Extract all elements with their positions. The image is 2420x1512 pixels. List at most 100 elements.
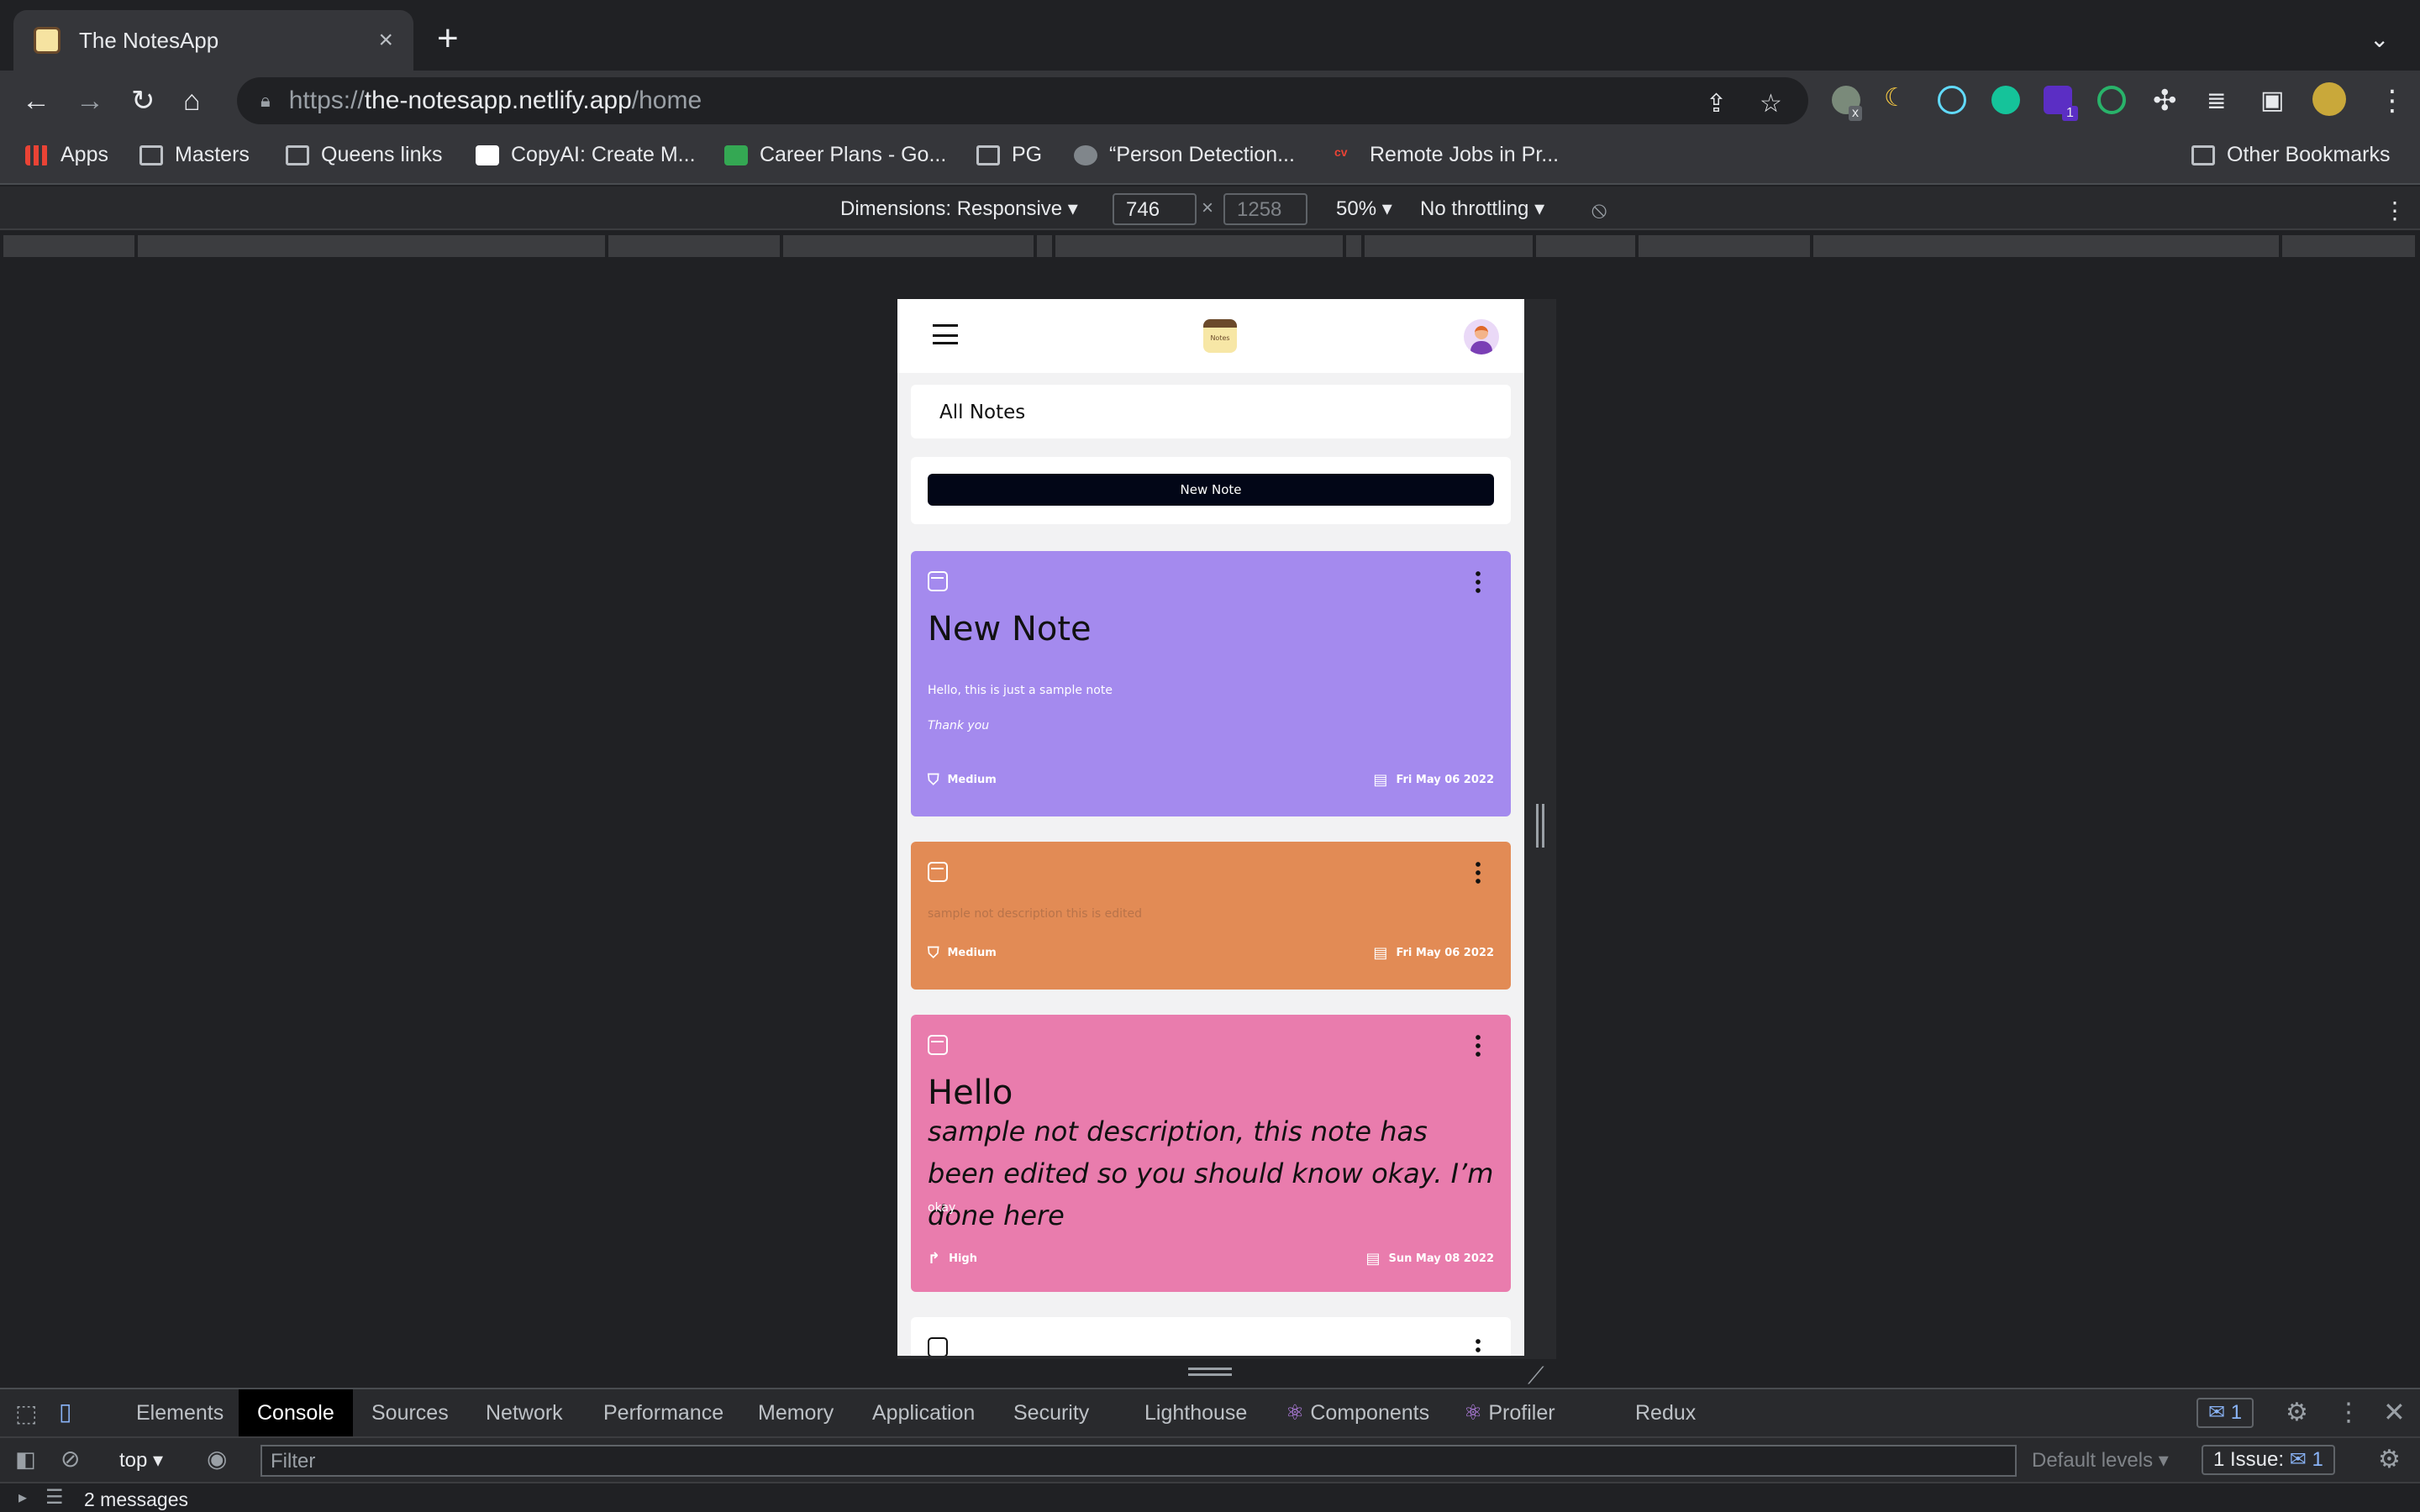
media-query-segment[interactable] (1037, 235, 1054, 257)
console-toolbar: ◧ ⊘ top ▾ ◉ Filter Default levels ▾ 1 Is… (0, 1436, 2420, 1482)
sheets-icon (724, 144, 748, 165)
devtools-tab-performance[interactable]: Performance (585, 1389, 742, 1436)
side-panel-icon[interactable]: ▣ (2260, 86, 2284, 116)
inspect-element-icon[interactable]: ⬚ (15, 1399, 37, 1427)
height-input[interactable]: 1258 (1223, 193, 1307, 225)
home-icon[interactable]: ⌂ (183, 86, 201, 116)
note-options-icon[interactable] (1476, 570, 1481, 595)
note-options-icon[interactable] (1476, 1033, 1481, 1058)
bookmark-other[interactable]: Other Bookmarks (2191, 143, 2391, 167)
tab-search-icon[interactable]: ⌄ (2370, 25, 2389, 53)
moon-extension-icon[interactable]: ☾ (1884, 86, 1912, 114)
media-query-segment[interactable] (1055, 235, 1344, 257)
expand-triangle-icon[interactable]: ▸ (18, 1487, 27, 1508)
hamburger-menu-icon[interactable] (933, 324, 958, 344)
clear-console-icon[interactable]: ⊘ (60, 1445, 80, 1473)
devtools-tab-profiler[interactable]: ⚛ Profiler (1445, 1389, 1574, 1436)
context-select[interactable]: top ▾ (119, 1448, 163, 1473)
browser-tab[interactable]: The NotesApp × (13, 10, 413, 71)
devtools-tab-redux[interactable]: Redux (1617, 1389, 1714, 1436)
app-logo[interactable]: Notes (1203, 319, 1237, 353)
devtools-tab-network[interactable]: Network (467, 1389, 581, 1436)
resize-handle-right[interactable] (1536, 804, 1544, 848)
note-meta: ⛉ Medium ▤ Fri May 06 2022 (928, 944, 1494, 962)
lock-icon: 🔒︎ (260, 90, 271, 111)
address-bar[interactable]: 🔒︎ https://the-notesapp.netlify.app/home… (237, 77, 1808, 124)
media-query-segment[interactable] (1346, 235, 1363, 257)
back-icon[interactable]: ← (22, 86, 50, 116)
bookmark-remote-jobs[interactable]: cv Remote Jobs in Pr... (1334, 143, 1559, 167)
devtools-tab-console[interactable]: Console (239, 1389, 353, 1436)
note-meta: ↱ High ▤ Sun May 08 2022 (928, 1250, 1494, 1268)
note-card[interactable] (911, 1317, 1511, 1356)
bookmark-career-plans[interactable]: Career Plans - Go... (724, 143, 946, 167)
resize-corner-icon[interactable]: ⟋ (1528, 1362, 1544, 1390)
note-options-icon[interactable] (1476, 860, 1481, 885)
bookmark-pg[interactable]: PG (976, 143, 1042, 167)
note-card[interactable]: Hello sample not description, this note … (911, 1015, 1511, 1292)
devtools-tab-lighthouse[interactable]: Lighthouse (1126, 1389, 1265, 1436)
note-options-icon[interactable] (1476, 1337, 1481, 1356)
tab-close-icon[interactable]: × (378, 26, 393, 55)
folder-icon (2191, 144, 2215, 165)
media-query-segment[interactable] (138, 235, 607, 257)
note-date: ▤ Fri May 06 2022 (1373, 944, 1494, 962)
devtools-tab-memory[interactable]: Memory (739, 1389, 852, 1436)
console-settings-gear-icon[interactable]: ⚙ (2378, 1445, 2401, 1474)
bookmark-star-icon[interactable]: ☆ (1760, 89, 1782, 118)
note-calendar-icon (928, 1035, 948, 1055)
issues-badge[interactable]: ✉ 1 (2196, 1398, 2254, 1428)
devtools-tab-elements[interactable]: Elements (118, 1389, 242, 1436)
rotate-icon[interactable]: ⦸ (1591, 197, 1607, 224)
console-filter-input[interactable]: Filter (260, 1445, 2017, 1477)
media-query-segment[interactable] (608, 235, 781, 257)
device-more-icon[interactable]: ⋮ (2383, 197, 2407, 224)
messages-count[interactable]: 2 messages (84, 1488, 188, 1511)
puzzle-icon[interactable]: ✣ (2153, 86, 2177, 116)
settings-gear-icon[interactable]: ⚙ (2286, 1398, 2308, 1427)
devtools-tab-components[interactable]: ⚛ Components (1267, 1389, 1448, 1436)
bookmark-copyai[interactable]: CopyAI: Create M... (476, 143, 696, 167)
issues-counter[interactable]: 1 Issue: ✉ 1 (2202, 1445, 2335, 1475)
media-query-segment[interactable] (1639, 235, 1812, 257)
new-note-button[interactable]: New Note (928, 474, 1494, 506)
media-queue-icon[interactable]: ≣ (2207, 86, 2226, 116)
grammarly-icon[interactable] (1991, 86, 2020, 114)
media-query-segment[interactable] (3, 235, 136, 257)
note-calendar-icon (928, 1337, 948, 1356)
forward-icon[interactable]: → (76, 86, 104, 116)
sidebar-toggle-icon[interactable]: ◧ (15, 1446, 36, 1473)
profile-avatar[interactable] (2312, 82, 2346, 116)
media-query-segment[interactable] (1365, 235, 1534, 257)
devtools-more-icon[interactable]: ⋮ (2336, 1398, 2361, 1427)
user-avatar[interactable] (1464, 319, 1499, 354)
live-expression-eye-icon[interactable]: ◉ (207, 1445, 227, 1473)
width-input[interactable]: 746 (1113, 193, 1197, 225)
extension-icon[interactable] (2097, 86, 2126, 114)
devtools-close-icon[interactable]: ✕ (2383, 1396, 2406, 1428)
note-card[interactable]: sample not description this is edited ⛉ M… (911, 842, 1511, 990)
media-query-segment[interactable] (783, 235, 1035, 257)
zoom-select[interactable]: 50% ▾ (1336, 197, 1392, 221)
throttling-select[interactable]: No throttling ▾ (1420, 197, 1544, 221)
devtools-tab-security[interactable]: Security (995, 1389, 1107, 1436)
note-card[interactable]: New Note Hello, this is just a sample no… (911, 551, 1511, 816)
devtools-tab-sources[interactable]: Sources (353, 1389, 467, 1436)
reload-icon[interactable]: ↻ (131, 86, 155, 116)
react-devtools-icon[interactable] (1938, 86, 1966, 114)
media-query-segment[interactable] (1536, 235, 1637, 257)
bookmark-queens-links[interactable]: Queens links (286, 143, 443, 167)
resize-handle-bottom[interactable] (1188, 1368, 1232, 1376)
media-query-segment[interactable] (1813, 235, 2281, 257)
share-icon[interactable]: ⇪ (1706, 89, 1727, 118)
menu-kebab-icon[interactable]: ⋮ (2378, 86, 2407, 116)
media-query-segment[interactable] (2282, 235, 2417, 257)
log-levels-select[interactable]: Default levels ▾ (2032, 1448, 2169, 1473)
bookmark-masters[interactable]: Masters (139, 143, 250, 167)
dimensions-select[interactable]: Dimensions: Responsive ▾ (840, 197, 1078, 221)
device-toggle-icon[interactable]: ▯ (59, 1398, 71, 1425)
bookmark-apps[interactable]: Apps (25, 143, 108, 167)
bookmark-person-detection[interactable]: “Person Detection... (1074, 143, 1295, 167)
devtools-tab-application[interactable]: Application (854, 1389, 993, 1436)
new-tab-button[interactable]: + (437, 20, 459, 57)
